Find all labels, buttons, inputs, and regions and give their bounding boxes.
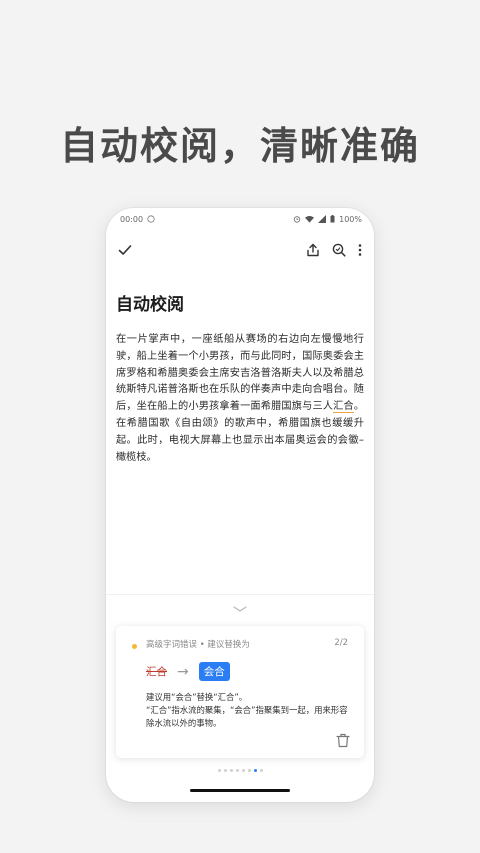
- suggestion-counter: 2/2: [334, 638, 348, 648]
- warning-dot-icon: [132, 644, 137, 649]
- page-dot: [253, 769, 257, 772]
- page-dot: [259, 769, 263, 772]
- page-dot: [223, 769, 227, 772]
- document-body[interactable]: 在一片掌声中，一座纸船从赛场的右边向左慢慢地行驶，船上坐着一个小男孩，而与此同时…: [116, 332, 364, 466]
- suggestion-explanation: 建议用“会合”替换“汇合”。 “汇合”指水流的聚集，“会合”指聚集到一起，用来形…: [146, 691, 348, 730]
- suggestion-category: 高级字词错误 • 建议替换为: [146, 640, 250, 650]
- search-icon[interactable]: [332, 243, 346, 257]
- trash-icon[interactable]: [336, 733, 350, 748]
- page-dot: [229, 769, 233, 772]
- document-title: 自动校阅: [116, 295, 184, 315]
- alarm-icon: [293, 215, 301, 223]
- panel-collapse-handle[interactable]: [106, 594, 374, 622]
- page-dot: [241, 769, 245, 772]
- battery-level: 100%: [339, 214, 362, 224]
- status-time: 00:00: [120, 214, 144, 224]
- replacement-button[interactable]: 会合: [198, 662, 230, 681]
- flagged-word[interactable]: 汇合: [333, 401, 354, 414]
- home-indicator[interactable]: [190, 789, 290, 792]
- status-bar: 00:00 100%: [106, 208, 374, 230]
- suggestion-change: 汇合 → 会合: [146, 662, 348, 681]
- arrow-right-icon: →: [177, 663, 189, 680]
- share-icon[interactable]: [306, 243, 320, 257]
- check-icon[interactable]: [118, 243, 132, 257]
- page-dot: [247, 769, 251, 772]
- phone-frame: 00:00 100% 自动校阅 在一片掌声中，一座纸船从赛场的右边向左慢慢地行驶…: [106, 208, 374, 802]
- document-text-before: 在一片掌声中，一座纸船从赛场的右边向左慢慢地行驶，船上坐着一个小男孩，而与此同时…: [116, 334, 364, 413]
- original-word: 汇合: [146, 666, 167, 678]
- page-indicator: [106, 769, 374, 772]
- wifi-icon: [305, 215, 315, 223]
- battery-icon: [330, 215, 335, 223]
- promo-headline: 自动校阅，清晰准确: [59, 124, 420, 168]
- more-icon[interactable]: [358, 243, 362, 257]
- editor-toolbar: [106, 232, 374, 268]
- suggestion-note-line2: “汇合”指水流的聚集，“会合”指聚集到一起，用来形容除水流以外的事物。: [146, 705, 348, 728]
- signal-icon: [318, 215, 327, 223]
- suggestion-card[interactable]: 高级字词错误 • 建议替换为 2/2 汇合 → 会合 建议用“会合”替换“汇合”…: [116, 626, 364, 758]
- suggestion-header: 高级字词错误 • 建议替换为 2/2: [146, 638, 348, 650]
- page-dot: [235, 769, 239, 772]
- suggestion-note-line1: 建议用“会合”替换“汇合”。: [146, 692, 248, 702]
- whatsapp-icon: [147, 215, 155, 223]
- page-dot: [217, 769, 221, 772]
- chevron-down-icon[interactable]: [232, 605, 248, 613]
